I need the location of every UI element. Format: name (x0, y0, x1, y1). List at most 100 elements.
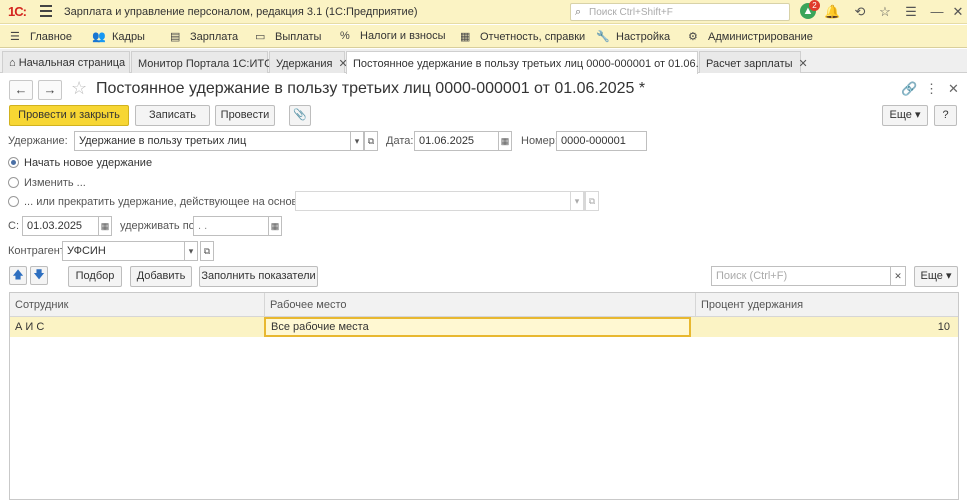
save-button[interactable]: Записать (135, 105, 210, 126)
favorites-icon[interactable]: ☆ (877, 4, 893, 20)
global-search-placeholder: Поиск Ctrl+Shift+F (589, 7, 673, 18)
tab-payroll[interactable]: Расчет зарплаты ✕ (699, 51, 808, 73)
number-label: Номер: (521, 135, 558, 147)
tab-current-document[interactable]: Постоянное удержание в пользу третьих ли… (346, 51, 746, 74)
column-header-workplace[interactable]: Рабочее место (265, 293, 696, 317)
table-search-input[interactable]: Поиск (Ctrl+F) (711, 266, 891, 286)
gear-icon: ⚙ (688, 31, 698, 43)
tab-deductions[interactable]: Удержания ✕ (269, 51, 348, 73)
chevron-down-icon: ▾ (188, 246, 194, 256)
hamburger-icon: ☰ (10, 31, 20, 43)
cell-workplace[interactable]: Все рабочие места (264, 317, 691, 337)
date-label: Дата: (386, 135, 414, 147)
document-icon: ▤ (170, 31, 181, 43)
tab-home[interactable]: ⌂ Начальная страница (2, 51, 130, 73)
radio-change[interactable] (8, 177, 19, 188)
cell-employee[interactable]: А И С (10, 317, 265, 337)
employees-table: Сотрудник Рабочее место Процент удержани… (9, 292, 959, 500)
minimize-icon[interactable]: — (929, 4, 945, 19)
attach-button[interactable]: 📎 (289, 105, 311, 126)
column-header-percent[interactable]: Процент удержания (696, 293, 958, 317)
link-icon[interactable]: 🔗 (901, 81, 917, 97)
counterparty-open-button[interactable]: ⧉ (200, 241, 214, 261)
wrench-icon: 🔧 (596, 31, 610, 43)
add-button[interactable]: Добавить (130, 266, 192, 287)
counterparty-label: Контрагент: (8, 245, 68, 257)
search-icon: ⌕ (575, 6, 582, 18)
hamburger-icon[interactable] (40, 5, 52, 17)
menu-item-payments[interactable]: ▭ Выплаты (255, 30, 321, 43)
move-up-button[interactable]: 🡅 (9, 266, 27, 285)
calendar-icon: ▦ (500, 136, 510, 146)
menu-item-settings[interactable]: 🔧 Настройка (596, 30, 670, 43)
radio-new-deduction-label: Начать новое удержание (24, 157, 153, 169)
arrow-left-icon: ← (14, 82, 28, 97)
settings-icon[interactable]: ☰ (903, 4, 919, 20)
calendar-icon: ▦ (270, 221, 280, 231)
post-button[interactable]: Провести (215, 105, 275, 126)
from-label: С: (8, 220, 19, 232)
arrow-down-icon: 🡇 (33, 269, 45, 281)
menu-item-hr[interactable]: 👥 Кадры (92, 30, 145, 43)
favorite-star-icon[interactable]: ☆ (71, 78, 87, 99)
fill-indicators-button[interactable]: Заполнить показатели (199, 266, 318, 287)
basis-dropdown-button[interactable]: ▾ (570, 191, 584, 211)
cell-percent[interactable]: 10 (696, 317, 958, 337)
calendar-icon: ▦ (100, 221, 110, 231)
back-button[interactable]: ← (9, 80, 33, 100)
menu-item-salary[interactable]: ▤ Зарплата (170, 30, 238, 43)
chevron-down-icon: ▾ (574, 196, 580, 206)
global-search-input[interactable]: ⌕ Поиск Ctrl+Shift+F (570, 3, 790, 21)
radio-stop-label: ... или прекратить удержание, действующе… (24, 196, 322, 208)
document-title: Постоянное удержание в пользу третьих ли… (96, 80, 646, 97)
chevron-down-icon: ▾ (354, 136, 360, 146)
tab-bar: ⌂ Начальная страница Монитор Портала 1С:… (0, 49, 967, 74)
post-and-close-button[interactable]: Провести и закрыть (9, 105, 129, 126)
people-icon: 👥 (92, 31, 106, 43)
date-calendar-button[interactable]: ▦ (498, 131, 512, 151)
bell-icon[interactable]: 🔔 (824, 4, 840, 20)
clear-search-button[interactable]: ✕ (890, 266, 906, 286)
menu-item-reports[interactable]: ▦ Отчетность, справки (460, 30, 585, 43)
counterparty-dropdown-button[interactable]: ▾ (184, 241, 198, 261)
number-field[interactable]: 0000-000001 (556, 131, 647, 151)
more-button[interactable]: Еще ▾ (882, 105, 928, 126)
table-row[interactable]: А И С Все рабочие места 10 (10, 317, 958, 337)
open-icon: ⧉ (367, 136, 375, 146)
home-icon: ⌂ (9, 57, 16, 69)
close-form-icon[interactable]: ✕ (948, 81, 959, 97)
column-header-employee[interactable]: Сотрудник (10, 293, 265, 317)
report-icon: ▦ (460, 31, 471, 43)
move-down-button[interactable]: 🡇 (30, 266, 48, 285)
deduction-dropdown-button[interactable]: ▾ (350, 131, 364, 151)
paperclip-icon: 📎 (293, 109, 307, 121)
arrow-up-icon: 🡅 (12, 269, 24, 281)
forward-button[interactable]: → (38, 80, 62, 100)
arrow-right-icon: → (43, 82, 57, 97)
from-calendar-button[interactable]: ▦ (98, 216, 112, 236)
history-icon[interactable]: ⟲ (852, 4, 868, 20)
menu-item-admin[interactable]: ⚙ Администрирование (688, 30, 813, 43)
pick-button[interactable]: Подбор (68, 266, 122, 287)
counterparty-field[interactable]: УФСИН (62, 241, 198, 261)
basis-open-button[interactable]: ⧉ (585, 191, 599, 211)
table-more-button[interactable]: Еще ▾ (914, 266, 958, 287)
help-button[interactable]: ? (934, 105, 957, 126)
radio-new-deduction[interactable] (8, 157, 19, 168)
close-tab-icon[interactable]: ✕ (799, 58, 808, 70)
until-calendar-button[interactable]: ▦ (268, 216, 282, 236)
title-bar: 1С: Зарплата и управление персоналом, ре… (0, 0, 967, 24)
deduction-field[interactable]: Удержание в пользу третьих лиц (74, 131, 361, 151)
close-window-icon[interactable]: ✕ (950, 4, 966, 20)
deduction-open-button[interactable]: ⧉ (364, 131, 378, 151)
more-vertical-icon[interactable]: ⋮ (925, 81, 938, 97)
basis-document-field[interactable] (295, 191, 585, 211)
menu-item-taxes[interactable]: % Налоги и взносы (340, 30, 446, 42)
until-label: удерживать по: (120, 220, 198, 232)
radio-stop[interactable] (8, 196, 19, 207)
main-menu-bar: ☰ Главное 👥 Кадры ▤ Зарплата ▭ Выплаты % Нало… (0, 25, 967, 48)
menu-item-main[interactable]: ☰ Главное (10, 30, 72, 43)
open-icon: ⧉ (203, 246, 211, 256)
close-icon: ✕ (894, 271, 902, 281)
tab-its-monitor[interactable]: Монитор Портала 1С:ИТС✕ (131, 51, 287, 73)
